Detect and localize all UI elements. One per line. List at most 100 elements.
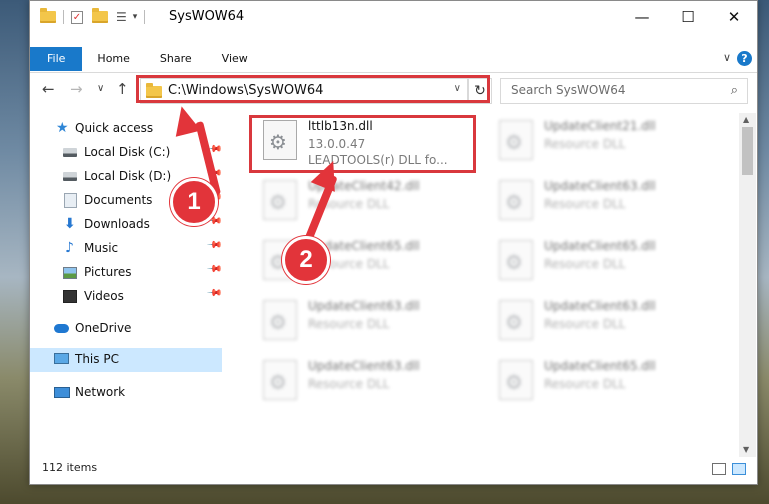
minimize-button[interactable]: — — [619, 1, 665, 32]
dll-file-icon — [263, 180, 297, 220]
cloud-icon — [54, 324, 69, 333]
back-button[interactable]: ← — [42, 80, 55, 98]
file-name: UpdateClient21.dll — [544, 119, 656, 133]
dll-file-icon — [499, 300, 533, 340]
file-name: UpdateClient63.dll — [308, 359, 420, 373]
scroll-down-icon[interactable]: ▼ — [743, 445, 749, 454]
file-name: UpdateClient63.dll — [308, 299, 420, 313]
nav-item-label: Documents — [84, 193, 153, 207]
file-name: UpdateClient65.dll — [544, 359, 656, 373]
pin-icon: 📌 — [205, 285, 223, 302]
file-tile[interactable]: UpdateClient42.dll Resource DLL — [256, 175, 486, 233]
file-description: Resource DLL — [308, 377, 390, 391]
drive-icon — [63, 172, 77, 181]
file-highlight-box — [249, 115, 476, 173]
file-name: UpdateClient63.dll — [544, 299, 656, 313]
nav-item-label: Network — [75, 385, 126, 399]
network-icon — [54, 387, 70, 398]
folder-icon — [40, 8, 56, 23]
file-description: Resource DLL — [308, 317, 390, 331]
window-title: SysWOW64 — [169, 9, 245, 24]
nav-item-label: OneDrive — [75, 321, 132, 335]
maximize-button[interactable]: ☐ — [665, 1, 711, 32]
nav-item-label: Quick access — [75, 121, 154, 135]
file-tile[interactable]: UpdateClient21.dll Resource DLL — [492, 115, 722, 173]
file-tile[interactable]: UpdateClient63.dll Resource DLL — [256, 355, 486, 413]
dll-file-icon — [263, 300, 297, 340]
tiles-view-icon[interactable] — [732, 463, 746, 475]
star-icon: ★ — [56, 120, 69, 136]
file-tile[interactable]: UpdateClient63.dll Resource DLL — [256, 295, 486, 353]
status-bar: 112 items — [30, 457, 757, 483]
file-tile[interactable]: UpdateClient65.dll Resource DLL — [492, 235, 722, 293]
music-icon: ♪ — [65, 240, 74, 256]
scroll-up-icon[interactable]: ▲ — [743, 115, 749, 124]
nav-item-onedrive[interactable]: OneDrive — [30, 317, 222, 339]
dll-file-icon — [263, 360, 297, 400]
vertical-scrollbar[interactable]: ▲ ▼ — [739, 113, 756, 457]
navigation-pane: ★ Quick access Local Disk (C:) 📌 Local D… — [30, 113, 222, 453]
properties-icon[interactable]: ✓ — [71, 10, 83, 24]
dll-file-icon — [499, 180, 533, 220]
file-name: UpdateClient63.dll — [544, 179, 656, 193]
nav-item-local-disk-c[interactable]: Local Disk (C:) 📌 — [30, 141, 222, 163]
nav-item-music[interactable]: ♪ Music 📌 — [30, 237, 222, 259]
up-button[interactable]: ↑ — [116, 80, 129, 98]
tab-share[interactable]: Share — [145, 47, 207, 71]
explorer-window: ✓ ☰ ▾ SysWOW64 — ☐ ✕ File Home Share Vie… — [29, 0, 758, 485]
file-tile[interactable]: UpdateClient65.dll Resource DLL — [492, 355, 722, 413]
recent-locations-button[interactable]: ∨ — [97, 83, 104, 94]
separator — [144, 10, 146, 24]
nav-item-this-pc[interactable]: This PC — [30, 348, 222, 372]
search-box[interactable]: Search SysWOW64 ⌕ — [500, 78, 748, 104]
step-badge-1: 1 — [170, 178, 218, 226]
new-folder-icon[interactable] — [92, 8, 108, 23]
file-name: UpdateClient65.dll — [544, 239, 656, 253]
pictures-icon — [63, 267, 77, 279]
file-description: Resource DLL — [544, 197, 626, 211]
dll-file-icon — [499, 120, 533, 160]
dll-file-icon — [499, 240, 533, 280]
nav-item-videos[interactable]: Videos 📌 — [30, 285, 222, 307]
pin-icon: 📌 — [205, 261, 223, 278]
file-description: Resource DLL — [544, 257, 626, 271]
nav-item-label: Pictures — [84, 265, 132, 279]
forward-button[interactable]: → — [70, 80, 83, 98]
close-button[interactable]: ✕ — [711, 1, 757, 32]
nav-item-label: Videos — [84, 289, 124, 303]
details-view-icon[interactable] — [712, 463, 726, 475]
nav-item-label: Local Disk (D:) — [84, 169, 172, 183]
item-count: 112 items — [42, 461, 98, 474]
file-description: Resource DLL — [544, 137, 626, 151]
chevron-down-icon[interactable]: ▾ — [133, 12, 138, 22]
quick-access-toolbar: ✓ ☰ ▾ — [40, 8, 152, 26]
nav-item-network[interactable]: Network — [30, 381, 222, 403]
file-tile[interactable]: UpdateClient63.dll Resource DLL — [492, 175, 722, 233]
computer-icon — [54, 353, 69, 364]
file-tile[interactable]: UpdateClient63.dll Resource DLL — [492, 295, 722, 353]
tab-home[interactable]: Home — [82, 47, 144, 71]
address-highlight-box — [136, 75, 490, 103]
help-icon[interactable]: ? — [737, 51, 752, 66]
search-input[interactable]: Search SysWOW64 — [511, 83, 625, 97]
customize-icon[interactable]: ☰ — [116, 10, 127, 24]
tab-view[interactable]: View — [207, 47, 263, 71]
documents-icon — [64, 193, 77, 208]
downloads-icon: ⬇ — [64, 216, 76, 232]
ribbon-tabs: File Home Share View — [30, 47, 263, 71]
nav-item-label: This PC — [75, 352, 119, 366]
nav-item-label: Music — [84, 241, 119, 255]
drive-icon — [63, 148, 77, 157]
title-bar: ✓ ☰ ▾ SysWOW64 — ☐ ✕ — [30, 1, 757, 32]
scroll-thumb[interactable] — [742, 127, 753, 175]
nav-item-label: Local Disk (C:) — [84, 145, 171, 159]
file-description: Resource DLL — [544, 317, 626, 331]
pin-icon: 📌 — [205, 237, 223, 254]
tab-file[interactable]: File — [30, 47, 83, 71]
dll-file-icon — [499, 360, 533, 400]
separator — [63, 10, 64, 24]
videos-icon — [63, 290, 77, 303]
expand-ribbon-icon[interactable]: ∨ — [723, 51, 731, 64]
nav-item-pictures[interactable]: Pictures 📌 — [30, 261, 222, 283]
search-icon[interactable]: ⌕ — [731, 83, 738, 98]
